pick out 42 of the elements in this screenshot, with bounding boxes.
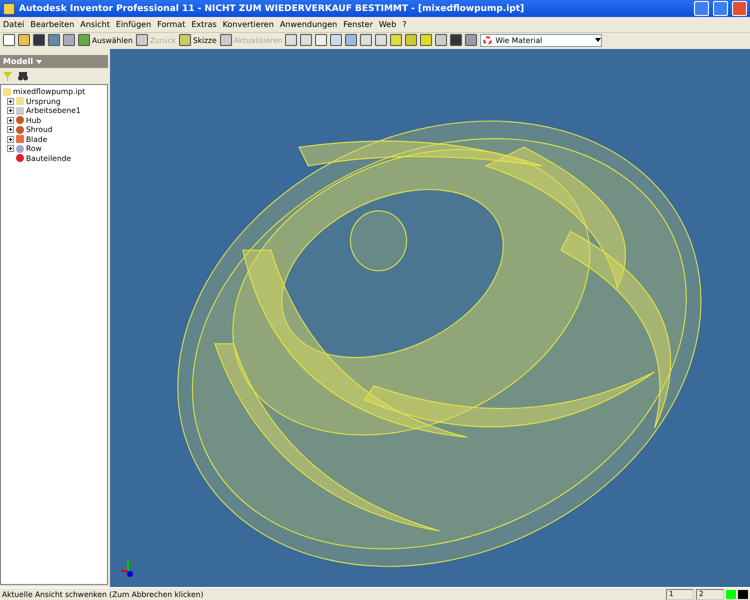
close-button[interactable] bbox=[732, 1, 747, 16]
window-title: Autodesk Inventor Professional 11 - NICHT ZUM WIEDERVERKAUF BESTIMMT - [mixedflowpump.ipt] bbox=[19, 4, 526, 14]
expand-icon[interactable] bbox=[7, 126, 14, 134]
toolbar-icon[interactable] bbox=[435, 34, 448, 46]
toolbar-icon[interactable] bbox=[375, 34, 388, 46]
menu-item[interactable]: Web bbox=[378, 20, 396, 29]
toolbar-icon[interactable] bbox=[450, 34, 462, 46]
toolbar-icon[interactable] bbox=[3, 34, 15, 46]
expand-icon[interactable] bbox=[7, 107, 14, 114]
axis-triad-icon bbox=[120, 557, 136, 579]
toolbar-icon[interactable] bbox=[405, 34, 418, 46]
caret-icon bbox=[36, 60, 42, 64]
menu-item[interactable]: Datei bbox=[3, 20, 24, 29]
app-icon bbox=[3, 2, 15, 14]
expand-icon[interactable] bbox=[7, 98, 14, 105]
menu-item[interactable]: Format bbox=[157, 20, 186, 29]
expand-icon[interactable] bbox=[7, 136, 14, 143]
toolbar-icon[interactable] bbox=[330, 34, 342, 46]
toolbar-icon[interactable] bbox=[420, 34, 432, 46]
toolbar-icon[interactable] bbox=[360, 34, 372, 46]
expand-icon[interactable] bbox=[7, 145, 14, 152]
menu-item[interactable]: Einfügen bbox=[116, 20, 152, 29]
color-wheel-icon bbox=[483, 36, 492, 44]
toolbar-icon[interactable] bbox=[18, 34, 30, 46]
menu-item[interactable]: Anwendungen bbox=[280, 20, 338, 29]
menu-item[interactable]: ? bbox=[402, 20, 407, 29]
expand-icon[interactable] bbox=[7, 116, 14, 124]
toolbar-icon[interactable] bbox=[465, 34, 478, 46]
menu-item[interactable]: Extras bbox=[191, 20, 217, 29]
toolbar-icon[interactable] bbox=[390, 34, 402, 46]
toolbar-icon[interactable] bbox=[345, 34, 358, 46]
menu-item[interactable]: Konvertieren bbox=[222, 20, 274, 29]
toolbar-icon[interactable] bbox=[315, 34, 328, 46]
menu-item[interactable]: Fenster bbox=[343, 20, 373, 29]
toolbar-icon[interactable] bbox=[300, 34, 312, 46]
menu-item[interactable]: Ansicht bbox=[80, 20, 110, 29]
minimize-button[interactable] bbox=[694, 1, 709, 16]
caret-icon bbox=[595, 38, 602, 42]
binoculars-icon[interactable] bbox=[18, 72, 28, 80]
restore-button[interactable] bbox=[713, 1, 728, 16]
menu-item[interactable]: Bearbeiten bbox=[30, 20, 74, 29]
toolbar-icon[interactable] bbox=[285, 34, 298, 46]
